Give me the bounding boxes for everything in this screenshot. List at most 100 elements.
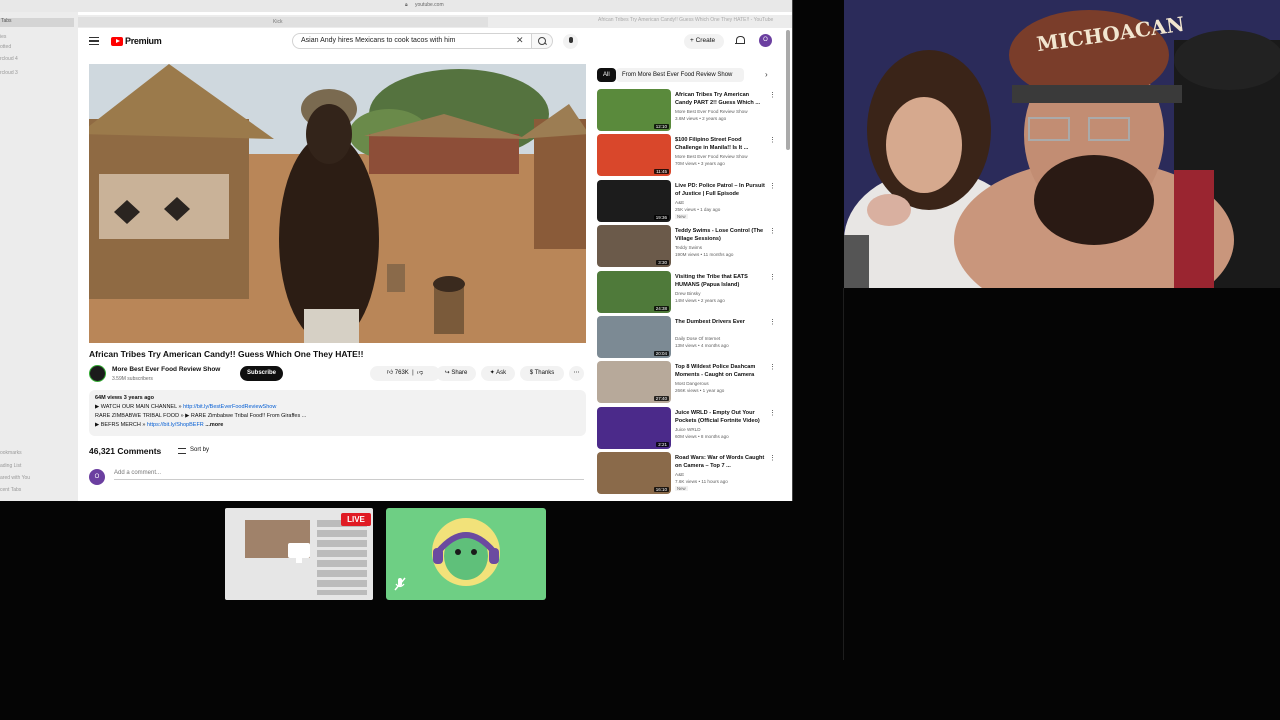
- video-thumbnail[interactable]: 27:40: [597, 361, 671, 404]
- recommendation-item[interactable]: 27:40 Top 8 Wildest Police Dashcam Moment…: [597, 361, 777, 404]
- video-thumbnail[interactable]: 12:10: [597, 89, 671, 131]
- thanks-label: Thanks: [534, 370, 555, 376]
- recommendation-title[interactable]: Visiting the Tribe that EATS HUMANS (Pap…: [675, 273, 767, 289]
- recommendation-title[interactable]: $100 Filipino Street Food Challenge in M…: [675, 136, 767, 152]
- video-thumbnail[interactable]: 11:45: [597, 134, 671, 177]
- avatar[interactable]: O: [759, 34, 772, 47]
- sidebar-item[interactable]: rcloud 4: [0, 56, 18, 62]
- sidebar-item[interactable]: ies: [0, 34, 6, 40]
- live-badge: LIVE: [341, 513, 371, 526]
- recommendation-channel[interactable]: Drew Binsky: [675, 291, 701, 296]
- show-more-link[interactable]: ...more: [205, 422, 223, 428]
- recommendation-title[interactable]: African Tribes Try American Candy PART 2…: [675, 91, 767, 107]
- more-options-icon[interactable]: ⋮: [769, 363, 776, 371]
- recommendation-channel[interactable]: A&E: [675, 472, 684, 477]
- more-options-icon[interactable]: ⋮: [769, 227, 776, 235]
- sidebar-item-reading-list[interactable]: ading List: [0, 463, 21, 469]
- sidebar-item-tabs[interactable]: Tabs: [0, 18, 74, 27]
- more-options-icon[interactable]: ⋮: [769, 136, 776, 144]
- duration-badge: 24:38: [653, 305, 669, 311]
- recommendation-title[interactable]: Top 8 Wildest Police Dashcam Moments - C…: [675, 363, 767, 379]
- recommendation-item[interactable]: 16:10 Road Wars: War of Words Caught on C…: [597, 452, 777, 495]
- recommendation-title[interactable]: Road Wars: War of Words Caught on Camera…: [675, 454, 767, 470]
- video-thumbnail[interactable]: 3:30: [597, 225, 671, 268]
- screen-share-icon: [288, 543, 310, 563]
- participant-tile[interactable]: [386, 508, 546, 600]
- channel-name[interactable]: More Best Ever Food Review Show: [112, 366, 220, 373]
- clear-search-icon[interactable]: ✕: [516, 35, 524, 46]
- video-thumbnail[interactable]: 2:21: [597, 406, 671, 449]
- more-options-icon[interactable]: ⋮: [769, 273, 776, 281]
- recommendation-channel[interactable]: More Best Ever Food Review Show: [675, 109, 748, 114]
- recommendation-meta: 25K views • 1 day ago: [675, 206, 721, 212]
- description-line: ▶ WATCH OUR MAIN CHANNEL » http://bit.ly…: [95, 404, 277, 410]
- recommendation-channel[interactable]: Juice WRLD: [675, 427, 701, 432]
- chip-from-channel[interactable]: From More Best Ever Food Review Show: [616, 68, 744, 82]
- recommendation-item[interactable]: 11:45 $100 Filipino Street Food Challenge…: [597, 134, 777, 177]
- comment-input[interactable]: Add a comment...: [114, 470, 584, 480]
- muted-microphone-icon[interactable]: [392, 576, 408, 592]
- youtube-logo[interactable]: Premium: [111, 36, 162, 46]
- sidebar-item-bookmarks[interactable]: ookmarks: [0, 450, 22, 456]
- recommendation-meta: 70M views • 3 years ago: [675, 161, 725, 167]
- recommendation-title[interactable]: Juice WRLD - Empty Out Your Pockets (Off…: [675, 409, 767, 425]
- recommendation-channel[interactable]: More Best Ever Food Review Show: [675, 154, 748, 159]
- video-thumbnail[interactable]: 19:36: [597, 179, 671, 222]
- more-options-icon[interactable]: ⋮: [769, 182, 776, 190]
- new-badge: New: [675, 486, 688, 492]
- share-button[interactable]: ↪ Share: [436, 366, 476, 381]
- thanks-button[interactable]: $ Thanks: [520, 366, 564, 381]
- create-label: Create: [695, 37, 716, 44]
- more-options-icon[interactable]: ⋮: [769, 91, 776, 99]
- notifications-icon[interactable]: [735, 35, 745, 45]
- ask-button[interactable]: ✦ Ask: [481, 366, 515, 381]
- recommendation-item[interactable]: 20:04 The Dumbest Drivers Ever Daily Dose …: [597, 316, 777, 359]
- microphone-icon[interactable]: [563, 34, 578, 49]
- more-options-icon[interactable]: ⋮: [769, 454, 776, 462]
- channel-avatar[interactable]: [89, 365, 106, 382]
- sort-icon[interactable]: [178, 448, 186, 454]
- recommendation-item[interactable]: 12:10 African Tribes Try American Candy P…: [597, 89, 777, 132]
- recommendation-channel[interactable]: Most Dangerous: [675, 381, 709, 386]
- create-button[interactable]: + Create: [684, 34, 724, 49]
- video-player[interactable]: [89, 64, 586, 343]
- video-thumbnail[interactable]: 20:04: [597, 316, 671, 358]
- more-options-icon[interactable]: ⋮: [769, 318, 776, 326]
- recommendation-title[interactable]: The Dumbest Drivers Ever: [675, 318, 767, 326]
- recommendation-item[interactable]: 3:30 Teddy Swims - Lose Control (The Vill…: [597, 225, 777, 268]
- tab-kick[interactable]: Kick: [78, 17, 488, 27]
- description-box[interactable]: 64M views 3 years ago ▶ WATCH OUR MAIN C…: [89, 390, 586, 436]
- sort-by-button[interactable]: Sort by: [190, 447, 209, 453]
- recommendation-channel[interactable]: Teddy Swims: [675, 245, 702, 250]
- scrollbar[interactable]: [786, 30, 790, 150]
- recommendation-title[interactable]: Teddy Swims - Lose Control (The Village …: [675, 227, 767, 243]
- like-button[interactable]: 👍︎ 763K | 👎︎: [370, 366, 440, 381]
- recommendation-channel[interactable]: A&E: [675, 200, 684, 205]
- tab-youtube[interactable]: African Tribes Try American Candy!! Gues…: [598, 17, 773, 23]
- video-thumbnail[interactable]: 16:10: [597, 452, 671, 495]
- recommendation-item[interactable]: 2:21 Juice WRLD - Empty Out Your Pockets …: [597, 406, 777, 450]
- address-bar[interactable]: youtube.com: [415, 2, 444, 8]
- recommendation-channel[interactable]: Daily Dose Of Internet: [675, 336, 720, 341]
- description-link[interactable]: https://bit.ly/ShopBEFR: [147, 422, 204, 428]
- browser-titlebar: 🔒︎ youtube.com: [0, 0, 792, 12]
- chip-all[interactable]: All: [597, 68, 616, 82]
- menu-icon[interactable]: [89, 37, 99, 45]
- recommendation-title[interactable]: Live PD: Police Patrol – In Pursuit of J…: [675, 182, 767, 198]
- recommendation-item[interactable]: 24:38 Visiting the Tribe that EATS HUMANS…: [597, 270, 777, 314]
- youtube-header: Premium Asian Andy hires Mexicans to coo…: [78, 28, 792, 56]
- thumbs-down-icon[interactable]: 👎︎: [417, 370, 423, 376]
- sidebar-item-recent-tabs[interactable]: cent Tabs: [0, 487, 21, 493]
- sidebar-item-shared[interactable]: ared with You: [0, 475, 30, 481]
- search-icon[interactable]: [532, 33, 553, 49]
- chevron-right-icon[interactable]: ›: [759, 68, 774, 82]
- video-thumbnail[interactable]: 24:38: [597, 270, 671, 313]
- recommendation-item[interactable]: 19:36 Live PD: Police Patrol – In Pursuit…: [597, 179, 777, 223]
- more-actions-icon[interactable]: ⋯: [569, 366, 584, 381]
- sidebar-item[interactable]: rcloud 3: [0, 70, 18, 76]
- subscribe-button[interactable]: Subscribe: [240, 366, 283, 381]
- description-link[interactable]: http://bit.ly/BestEverFoodReviewShow: [183, 404, 276, 410]
- more-options-icon[interactable]: ⋮: [769, 409, 776, 417]
- sidebar-item[interactable]: otted: [0, 44, 11, 50]
- search-input[interactable]: Asian Andy hires Mexicans to cook tacos …: [292, 33, 532, 49]
